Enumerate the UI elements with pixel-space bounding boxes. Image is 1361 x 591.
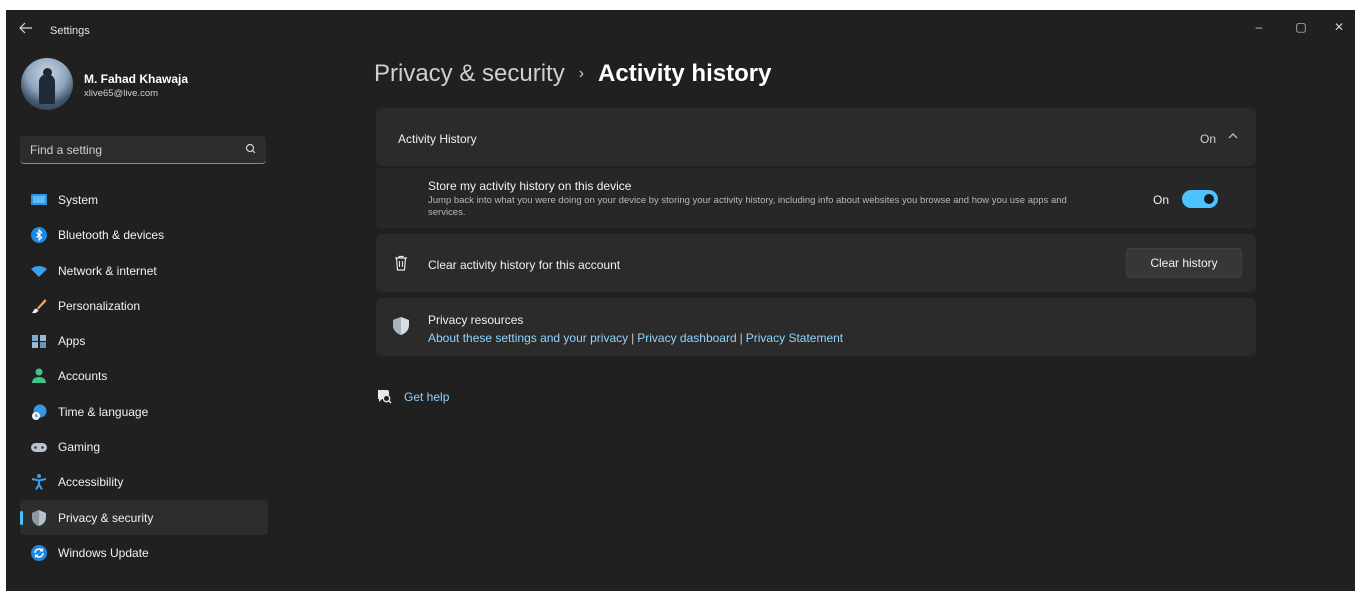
- back-arrow-icon: [19, 22, 32, 34]
- avatar[interactable]: [21, 58, 73, 110]
- sidebar-item-apps[interactable]: Apps: [20, 323, 268, 358]
- breadcrumb-parent[interactable]: Privacy & security: [374, 60, 565, 87]
- link-separator: |: [739, 331, 743, 345]
- bluetooth-icon: [31, 227, 47, 244]
- breadcrumb-separator: ›: [578, 65, 585, 82]
- sidebar-item-label: Accounts: [58, 369, 108, 384]
- privacy-resources-title: Privacy resources: [428, 313, 524, 327]
- privacy-links: About these settings and your privacy | Pr…: [428, 331, 843, 345]
- sidebar-item-system[interactable]: System: [20, 182, 268, 217]
- about-privacy-link[interactable]: About these settings and your privacy: [428, 331, 628, 345]
- sidebar-item-label: Gaming: [58, 440, 101, 455]
- sidebar-item-label: Bluetooth & devices: [58, 228, 165, 243]
- app-title: Settings: [50, 25, 90, 37]
- shield-icon: [32, 509, 46, 526]
- sidebar-item-network[interactable]: Network & internet: [20, 253, 268, 288]
- privacy-dashboard-link[interactable]: Privacy dashboard: [637, 331, 736, 345]
- sidebar-item-label: Time & language: [58, 404, 149, 419]
- back-button[interactable]: [16, 22, 36, 38]
- toggle-knob: [1204, 194, 1214, 204]
- trash-icon: [395, 255, 407, 271]
- activity-history-state: On: [1199, 132, 1216, 146]
- store-activity-setting: Store my activity history on this device…: [376, 168, 1256, 228]
- help-icon: [378, 390, 392, 404]
- search-input[interactable]: [20, 136, 240, 163]
- update-icon: [31, 544, 47, 561]
- sidebar-item-accounts[interactable]: Accounts: [20, 358, 268, 393]
- get-help-link[interactable]: Get help: [404, 390, 449, 404]
- sidebar-item-privacy-security[interactable]: Privacy & security: [20, 499, 268, 535]
- sidebar-item-accessibility[interactable]: Accessibility: [20, 464, 268, 499]
- settings-window: Settings – ▢ ✕ M. Fahad Khawaja xlive65@…: [6, 10, 1355, 591]
- page-title: Activity history: [598, 60, 772, 87]
- sidebar-item-label: Apps: [58, 334, 86, 349]
- sidebar-item-windows-update[interactable]: Windows Update: [20, 535, 268, 570]
- chevron-up-icon[interactable]: [1226, 129, 1240, 143]
- search-icon[interactable]: [242, 140, 260, 158]
- sidebar-item-label: Personalization: [58, 298, 141, 313]
- sidebar-item-label: Network & internet: [58, 263, 157, 278]
- shield-icon: [393, 317, 409, 335]
- link-separator: |: [631, 331, 635, 345]
- clear-activity-setting: Clear activity history for this account …: [376, 234, 1256, 292]
- active-indicator: [20, 510, 23, 525]
- brush-icon: [32, 298, 47, 314]
- maximize-button[interactable]: ▢: [1284, 16, 1318, 38]
- activity-history-title: Activity History: [398, 132, 477, 146]
- user-email: xlive65@live.com: [84, 88, 159, 99]
- privacy-statement-link[interactable]: Privacy Statement: [746, 331, 843, 345]
- privacy-resources: Privacy resources About these settings a…: [376, 298, 1256, 356]
- sidebar-item-label: Privacy & security: [58, 510, 154, 525]
- apps-icon: [32, 335, 46, 349]
- monitor-icon: [31, 194, 47, 205]
- store-activity-title: Store my activity history on this device: [428, 179, 632, 193]
- clear-activity-label: Clear activity history for this account: [428, 258, 621, 272]
- clear-history-button[interactable]: Clear history: [1126, 248, 1242, 278]
- gamepad-icon: [31, 443, 47, 453]
- activity-history-expander[interactable]: Activity History On: [376, 108, 1256, 166]
- user-name: M. Fahad Khawaja: [84, 72, 189, 86]
- accessibility-icon: [31, 474, 47, 491]
- sidebar-item-label: Windows Update: [58, 545, 149, 560]
- store-activity-description: Jump back into what you were doing on yo…: [428, 195, 1067, 218]
- sidebar-item-label: Accessibility: [58, 475, 124, 490]
- sidebar-item-gaming[interactable]: Gaming: [20, 429, 268, 464]
- globe-clock-icon: [32, 404, 47, 420]
- wifi-icon: [31, 265, 47, 277]
- sidebar-item-label: System: [58, 193, 99, 207]
- title-bar: Settings – ▢ ✕: [6, 10, 1355, 50]
- sidebar-item-personalization[interactable]: Personalization: [20, 288, 268, 323]
- sidebar-nav: System Bluetooth & devices Network & int…: [20, 182, 268, 570]
- minimize-button[interactable]: –: [1242, 16, 1276, 38]
- close-button[interactable]: ✕: [1322, 16, 1355, 38]
- store-activity-toggle[interactable]: [1182, 190, 1218, 208]
- search-box: [20, 136, 266, 164]
- breadcrumb: Privacy & security › Activity history: [374, 60, 771, 88]
- sidebar-item-time-language[interactable]: Time & language: [20, 394, 268, 429]
- toggle-state-label: On: [1153, 193, 1170, 207]
- sidebar-item-bluetooth[interactable]: Bluetooth & devices: [20, 217, 268, 252]
- person-icon: [32, 368, 46, 384]
